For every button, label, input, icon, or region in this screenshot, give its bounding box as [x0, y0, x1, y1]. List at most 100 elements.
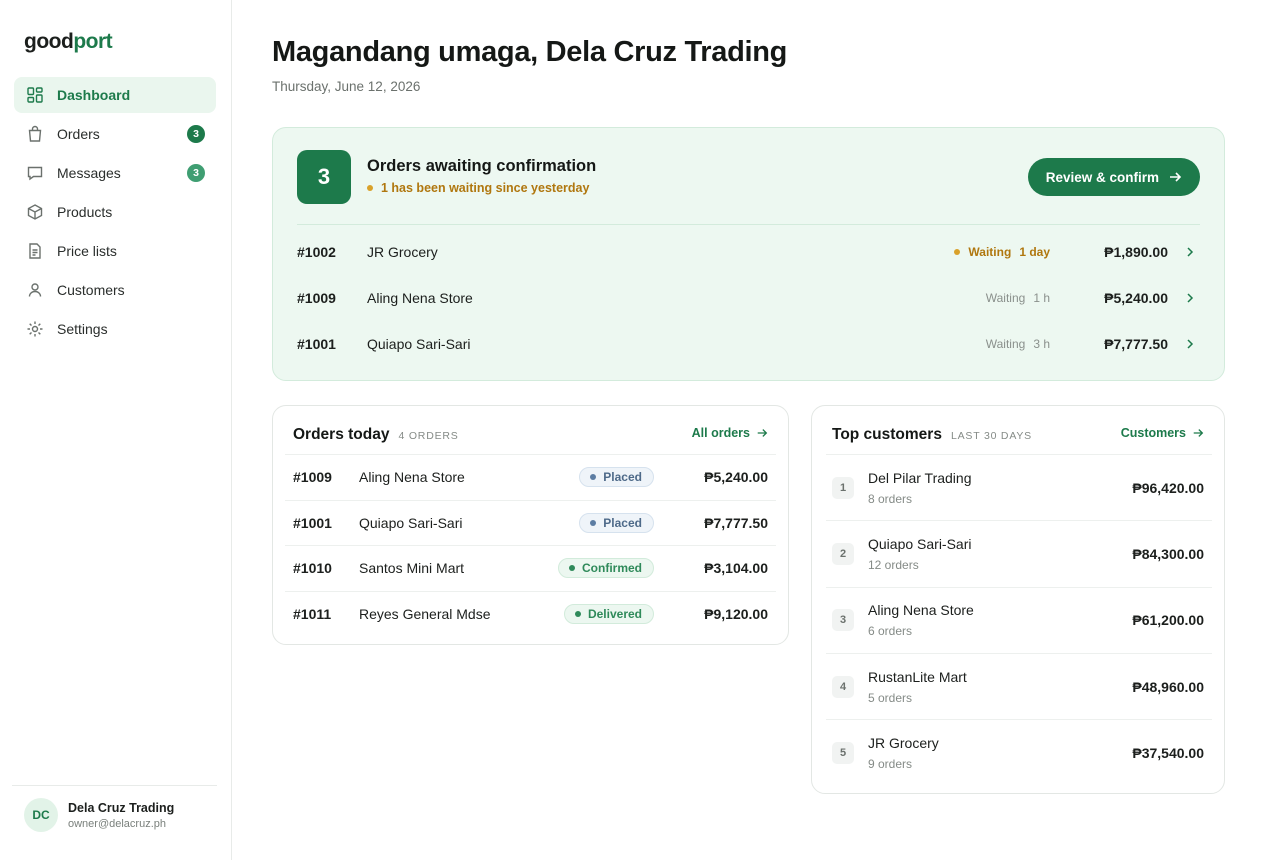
card-title: Orders today: [293, 426, 390, 443]
sidebar-item-messages[interactable]: Messages 3: [14, 155, 216, 191]
status-label: Delivered: [587, 606, 642, 621]
awaiting-orders-list: #1002 JR Grocery Waiting 1 day ₱1,890.00…: [297, 229, 1200, 367]
sidebar-item-orders[interactable]: Orders 3: [14, 116, 216, 152]
order-count: 8 orders: [868, 491, 913, 506]
chevron-right-icon: [1187, 339, 1194, 349]
customer-info: JR Grocery 9 orders: [868, 735, 939, 771]
chevron-right-icon: [1187, 247, 1194, 257]
order-amount: ₱7,777.50: [704, 514, 768, 531]
sidebar-item-price-lists[interactable]: Price lists: [14, 233, 216, 269]
all-orders-link[interactable]: All orders: [692, 426, 768, 440]
customer-name: RustanLite Mart: [868, 668, 967, 685]
list-item[interactable]: 2 Quiapo Sari-Sari 12 orders ₱84,300.00: [826, 520, 1212, 586]
order-id: #1002: [297, 244, 336, 260]
sidebar-item-dashboard[interactable]: Dashboard: [14, 77, 216, 113]
messages-count-badge: 3: [187, 164, 205, 182]
table-row[interactable]: #1009 Aling Nena Store Placed ₱5,240.00: [285, 454, 776, 500]
order-amount: ₱5,240.00: [704, 469, 768, 486]
bag-icon: [26, 125, 44, 143]
customer-name: Aling Nena Store: [868, 602, 974, 619]
divider: [297, 224, 1200, 225]
order-id: #1010: [293, 560, 332, 577]
wait-label: Waiting: [985, 337, 1026, 351]
wait-time: Waiting 3 h: [986, 337, 1050, 351]
account-menu[interactable]: DC Dela Cruz Trading owner@delacruz.ph: [12, 785, 217, 832]
link-label: Customers: [1120, 426, 1186, 440]
list-item[interactable]: 5 JR Grocery 9 orders ₱37,540.00: [826, 719, 1212, 785]
awaiting-order-row[interactable]: #1002 JR Grocery Waiting 1 day ₱1,890.00: [297, 229, 1200, 275]
order-id: #1009: [293, 469, 332, 486]
status-label: Placed: [603, 470, 642, 485]
sidebar-item-label: Price lists: [57, 243, 117, 259]
customer-info: Quiapo Sari-Sari 12 orders: [868, 536, 972, 572]
account-email: owner@delacruz.ph: [68, 817, 166, 830]
order-id: #1001: [297, 336, 336, 352]
customer-name: Aling Nena Store: [359, 469, 465, 486]
order-amount: ₱1,890.00: [1104, 244, 1168, 260]
card-meta: 4 ORDERS: [398, 430, 459, 442]
table-row[interactable]: #1011 Reyes General Mdse Delivered ₱9,12…: [285, 590, 776, 637]
customers-link[interactable]: Customers: [1121, 426, 1204, 440]
table-row[interactable]: #1001 Quiapo Sari-Sari Placed ₱7,777.50: [285, 499, 776, 546]
sidebar: goodport Dashboard Orders 3 Messages 3 P…: [0, 0, 232, 860]
message-icon: [26, 164, 44, 182]
customer-name: Del Pilar Trading: [868, 469, 972, 486]
customer-total: ₱61,200.00: [1132, 612, 1204, 629]
gear-icon: [26, 320, 44, 338]
account-info: Dela Cruz Trading owner@delacruz.ph: [68, 801, 174, 830]
dashboard-icon: [26, 86, 44, 104]
status-dot-icon: [574, 610, 581, 617]
status-label: Placed: [603, 515, 642, 530]
awaiting-title: Orders awaiting confirmation: [367, 157, 597, 175]
wait-value: 3 h: [1033, 337, 1050, 351]
awaiting-order-row[interactable]: #1009 Aling Nena Store Waiting 1 h ₱5,24…: [297, 275, 1200, 321]
status-badge: Confirmed: [558, 558, 654, 579]
rank-badge: 3: [832, 609, 854, 632]
sidebar-item-products[interactable]: Products: [14, 194, 216, 230]
customer-total: ₱37,540.00: [1132, 744, 1204, 761]
wait-time: Waiting 1 day: [954, 245, 1050, 259]
arrow-right-icon: [1170, 172, 1182, 182]
warning-dot-icon: [367, 185, 373, 191]
sidebar-item-settings[interactable]: Settings: [14, 311, 216, 347]
sidebar-item-label: Products: [57, 204, 113, 220]
wait-time: Waiting 1 h: [986, 291, 1050, 305]
status-label: Confirmed: [582, 561, 642, 576]
awaiting-order-row[interactable]: #1001 Quiapo Sari-Sari Waiting 3 h ₱7,77…: [297, 321, 1200, 367]
status-badge: Delivered: [563, 603, 654, 624]
customer-name: Santos Mini Mart: [359, 560, 465, 577]
order-amount: ₱9,120.00: [704, 605, 768, 622]
orders-today-card: Orders today 4 ORDERS All orders #1009 A…: [272, 405, 789, 645]
rank-badge: 4: [832, 675, 854, 698]
status-badge: Placed: [579, 512, 654, 533]
wait-label: Waiting: [968, 245, 1012, 259]
order-amount: ₱7,777.50: [1104, 336, 1168, 352]
customer-name: Quiapo Sari-Sari: [868, 535, 972, 552]
sidebar-item-label: Dashboard: [57, 87, 131, 103]
status-dot-icon: [590, 474, 597, 481]
customer-total: ₱48,960.00: [1132, 678, 1204, 695]
order-id: #1001: [293, 514, 332, 531]
logo[interactable]: goodport: [24, 30, 113, 54]
sidebar-item-label: Customers: [57, 282, 125, 298]
rank-badge: 1: [832, 476, 854, 499]
list-item[interactable]: 3 Aling Nena Store 6 orders ₱61,200.00: [826, 586, 1212, 653]
arrow-right-icon: [757, 429, 768, 437]
customer-name: Quiapo Sari-Sari: [359, 514, 463, 531]
box-icon: [26, 203, 44, 221]
list-item[interactable]: 4 RustanLite Mart 5 orders ₱48,960.00: [826, 652, 1212, 719]
wait-value: 1 day: [1019, 245, 1050, 259]
customers-list: 1 Del Pilar Trading 8 orders ₱96,420.00 …: [826, 454, 1212, 785]
sidebar-item-customers[interactable]: Customers: [14, 272, 216, 308]
list-item[interactable]: 1 Del Pilar Trading 8 orders ₱96,420.00: [826, 454, 1212, 520]
warning-dot-icon: [954, 249, 961, 255]
rank-badge: 2: [832, 542, 854, 565]
table-row[interactable]: #1010 Santos Mini Mart Confirmed ₱3,104.…: [285, 545, 776, 591]
review-confirm-label: Review & confirm: [1045, 169, 1159, 185]
card-header: Orders today 4 ORDERS: [293, 426, 459, 444]
review-confirm-button[interactable]: Review & confirm: [1027, 158, 1200, 196]
order-id: #1011: [293, 605, 332, 622]
customer-info: Del Pilar Trading 8 orders: [868, 470, 972, 506]
arrow-right-icon: [1193, 429, 1204, 437]
customer-info: RustanLite Mart 5 orders: [868, 669, 967, 705]
